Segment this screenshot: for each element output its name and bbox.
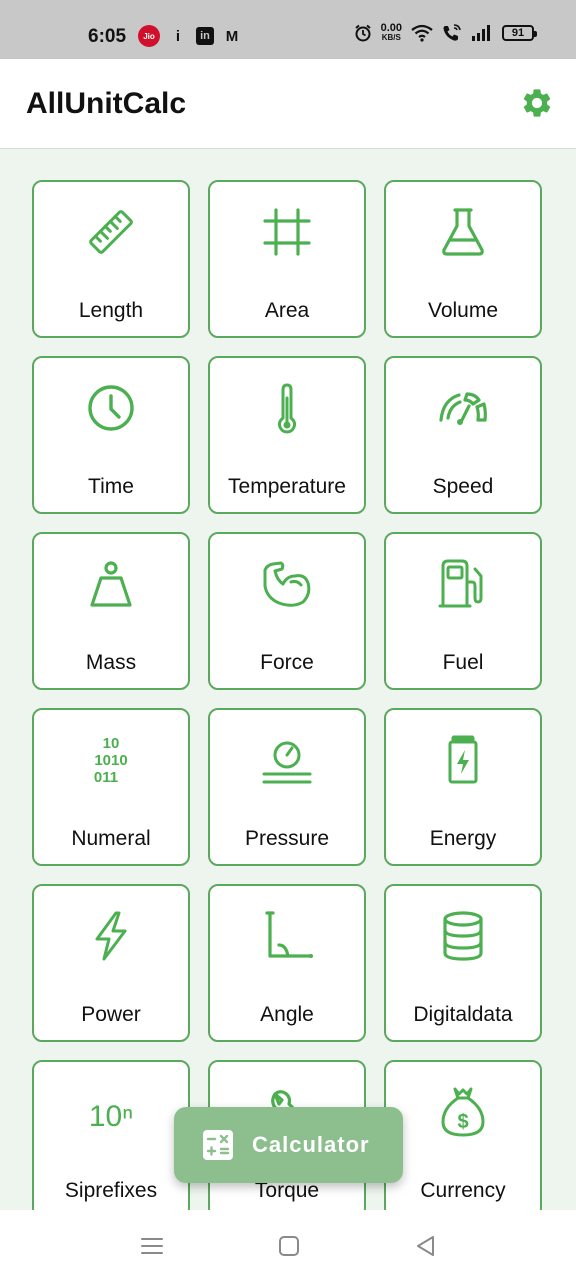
- category-card-length[interactable]: Length: [32, 180, 190, 338]
- category-label: Angle: [260, 1003, 314, 1026]
- alarm-icon: [354, 24, 371, 42]
- status-right-icons: 0.00 KB/S 91: [354, 22, 537, 43]
- wifi-icon: [411, 24, 433, 42]
- battery-icon: 91: [502, 25, 537, 41]
- ruler-icon: [89, 210, 133, 254]
- info-icon: i: [175, 27, 181, 45]
- binary-line-1: 10: [103, 735, 120, 752]
- menu-icon[interactable]: [138, 1232, 166, 1260]
- category-card-mass[interactable]: Mass: [32, 532, 190, 690]
- category-card-time[interactable]: Time: [32, 356, 190, 514]
- pressure-gauge-icon: [262, 741, 312, 784]
- category-grid: Length Area Volume Time Temperature Spee…: [0, 149, 576, 1210]
- category-card-digitaldata[interactable]: Digitaldata: [384, 884, 542, 1042]
- category-card-area[interactable]: Area: [208, 180, 366, 338]
- category-label: Siprefixes: [64, 1179, 158, 1202]
- category-label: Area: [264, 299, 310, 322]
- signal-icon: [472, 25, 490, 41]
- category-card-currency[interactable]: $ Currency: [384, 1060, 542, 1210]
- wifi-call-icon: [443, 24, 461, 41]
- status-bar: 6:05 Jio i in M 0.00 KB/S 91: [0, 0, 576, 59]
- status-left-icons: Jio i in M: [138, 25, 242, 47]
- binary-line-3: 011: [94, 769, 118, 786]
- net-speed-unit: KB/S: [381, 33, 401, 42]
- battery-charging-icon: [448, 735, 478, 784]
- power-of-ten-icon: 10ⁿ: [89, 1100, 133, 1133]
- gmail-icon: M: [225, 27, 239, 45]
- calculator-button[interactable]: Calculator: [174, 1107, 403, 1183]
- flexed-arm-icon: [263, 561, 311, 607]
- binary-icon: 10 1010 011: [94, 735, 128, 786]
- category-card-power[interactable]: Power: [32, 884, 190, 1042]
- weight-icon: [90, 561, 132, 607]
- category-label: Time: [88, 475, 134, 498]
- category-card-force[interactable]: Force: [208, 532, 366, 690]
- power-of-ten-text: 10ⁿ: [89, 1100, 133, 1133]
- category-card-speed[interactable]: Speed: [384, 356, 542, 514]
- app-bar: AllUnitCalc: [0, 59, 576, 149]
- category-label: Temperature: [228, 475, 346, 498]
- calculator-label: Calculator: [252, 1132, 370, 1157]
- category-card-angle[interactable]: Angle: [208, 884, 366, 1042]
- category-card-numeral[interactable]: 10 1010 011 Numeral: [32, 708, 190, 866]
- net-speed: 0.00 KB/S: [380, 22, 402, 43]
- back-triangle-icon[interactable]: [412, 1232, 440, 1260]
- category-label: Volume: [427, 299, 499, 322]
- category-label: Numeral: [71, 827, 151, 850]
- gear-icon[interactable]: [520, 86, 554, 120]
- speedometer-icon: [439, 392, 487, 425]
- category-card-temperature[interactable]: Temperature: [208, 356, 366, 514]
- home-square-icon[interactable]: [275, 1232, 303, 1260]
- database-icon: [443, 911, 483, 961]
- clock-icon: [88, 385, 134, 431]
- category-label: Digitaldata: [413, 1003, 513, 1026]
- category-card-siprefixes[interactable]: 10ⁿ Siprefixes: [32, 1060, 190, 1210]
- category-label: Energy: [429, 827, 497, 850]
- app-title: AllUnitCalc: [26, 87, 187, 120]
- category-label: Mass: [85, 651, 137, 674]
- category-label: Fuel: [442, 651, 484, 674]
- category-label: Length: [78, 299, 144, 322]
- flask-icon: [442, 208, 484, 256]
- net-speed-value: 0.00: [380, 22, 402, 34]
- category-card-volume[interactable]: Volume: [384, 180, 542, 338]
- category-label: Power: [81, 1003, 141, 1026]
- thermometer-icon: [277, 383, 297, 434]
- category-card-energy[interactable]: Energy: [384, 708, 542, 866]
- category-card-pressure[interactable]: Pressure: [208, 708, 366, 866]
- fuel-pump-icon: [438, 559, 483, 608]
- category-card-fuel[interactable]: Fuel: [384, 532, 542, 690]
- status-time: 6:05: [88, 26, 127, 47]
- currency-symbol: $: [457, 1111, 468, 1133]
- category-label: Force: [260, 651, 314, 674]
- category-label: Currency: [420, 1179, 506, 1202]
- category-label: Speed: [432, 475, 494, 498]
- crop-frame-icon: [263, 208, 311, 256]
- money-bag-icon: $: [441, 1087, 485, 1137]
- angle-icon: [265, 911, 313, 958]
- lightning-icon: [95, 911, 127, 961]
- category-label: Pressure: [244, 827, 330, 850]
- linkedin-icon: in: [196, 27, 214, 45]
- jio-icon: Jio: [138, 25, 160, 47]
- binary-line-2: 1010: [94, 752, 127, 769]
- calculator-icon: [203, 1130, 233, 1160]
- system-nav-bar: [0, 1210, 576, 1280]
